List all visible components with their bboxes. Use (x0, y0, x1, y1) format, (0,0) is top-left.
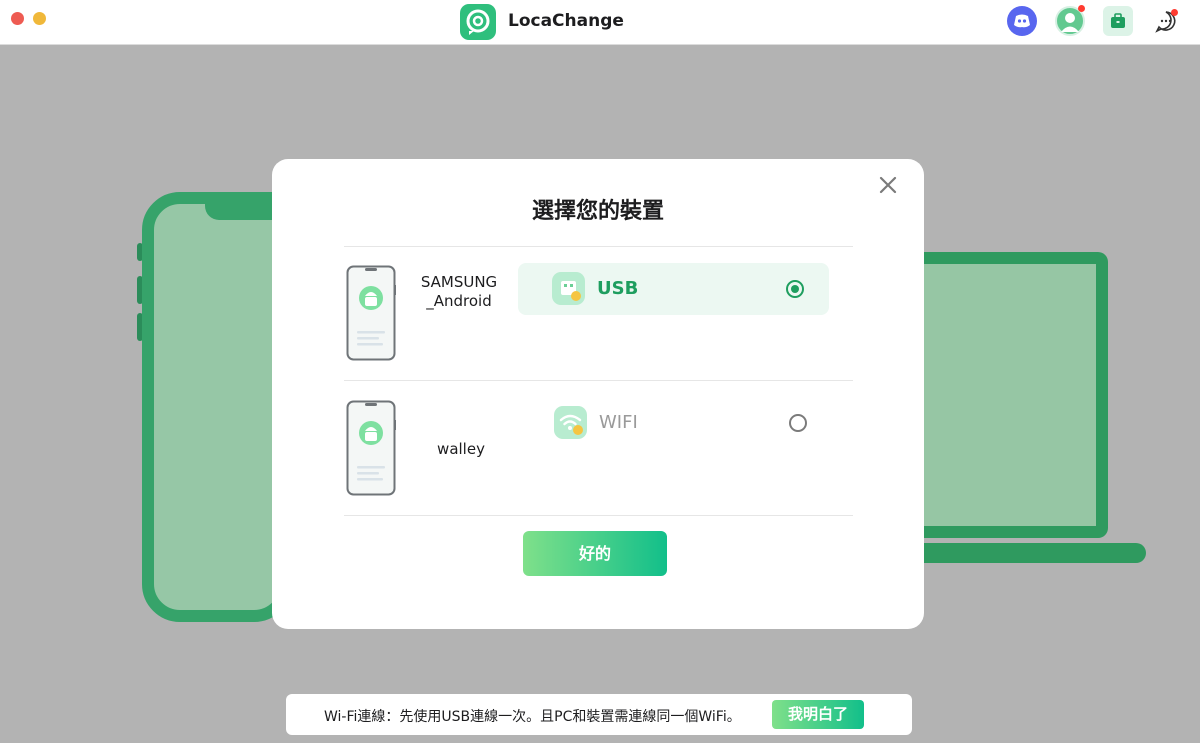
device-name-walley: walley (437, 440, 485, 458)
window-close-button[interactable] (11, 12, 24, 25)
toolbox-icon[interactable] (1103, 6, 1133, 36)
bg-laptop-illustration (900, 252, 1108, 538)
wifi-hint-toast: Wi-Fi連線：先使用USB連線一次。且PC和裝置需連線同一個WiFi。 我明白… (286, 694, 912, 735)
title-bar: LocaChange (0, 0, 1200, 45)
notification-dot (1078, 5, 1085, 12)
dialog-title: 選擇您的裝置 (531, 199, 664, 224)
radio-usb[interactable] (786, 280, 804, 298)
toast-message: Wi-Fi連線：先使用USB連線一次。且PC和裝置需連線同一個WiFi。 (324, 709, 741, 725)
android-phone-icon (346, 400, 396, 496)
app-title: LocaChange (508, 11, 624, 31)
connection-label: USB (597, 278, 639, 299)
discord-icon[interactable] (1007, 6, 1037, 36)
divider (344, 246, 853, 247)
usb-icon (552, 272, 585, 305)
connection-option-wifi[interactable]: WIFI (518, 397, 829, 449)
bg-laptop-base (900, 543, 1146, 563)
divider (344, 515, 853, 516)
notification-dot (1171, 9, 1178, 16)
device-name-line: SAMSUNG (420, 273, 498, 291)
connection-option-usb[interactable]: USB (518, 263, 829, 315)
android-phone-icon (346, 265, 396, 361)
ok-button[interactable]: 好的 (523, 531, 667, 576)
bg-phone-illustration (142, 192, 292, 622)
wifi-icon (554, 406, 587, 439)
divider (344, 380, 853, 381)
app-logo-icon (460, 4, 496, 40)
got-it-button[interactable]: 我明白了 (772, 700, 864, 729)
connection-label: WIFI (599, 412, 638, 433)
window-minimize-button[interactable] (33, 12, 46, 25)
device-name-line: _Android (426, 292, 492, 310)
radio-wifi[interactable] (789, 414, 807, 432)
device-name-samsung: SAMSUNG _Android (414, 273, 504, 311)
